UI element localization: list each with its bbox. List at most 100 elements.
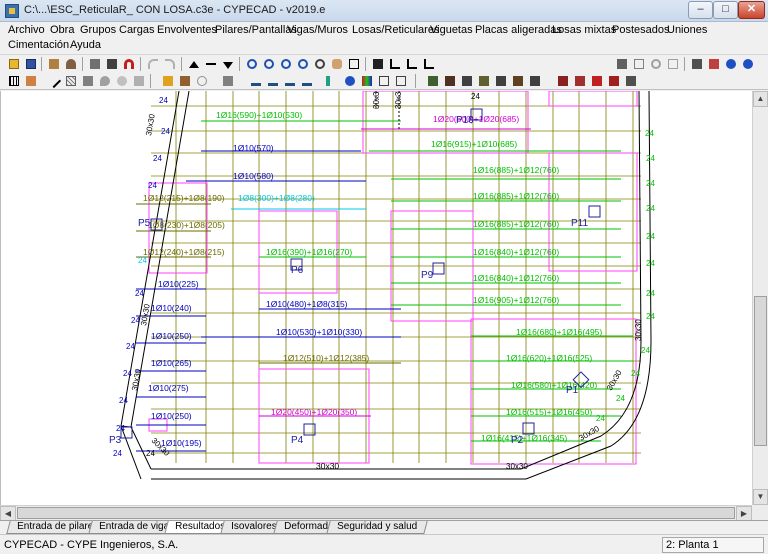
info-icon[interactable] bbox=[665, 56, 680, 71]
menu-uniones[interactable]: Uniones bbox=[667, 24, 707, 36]
menu-envolventes[interactable]: Envolventes bbox=[157, 24, 217, 36]
rebar-icon-3[interactable] bbox=[555, 73, 570, 88]
menu-viguetas[interactable]: Viguetas bbox=[430, 24, 473, 36]
zoom-window-icon[interactable] bbox=[244, 56, 259, 71]
column-icon[interactable] bbox=[131, 73, 146, 88]
triangle-icon[interactable] bbox=[248, 73, 263, 88]
building-icon[interactable] bbox=[46, 56, 61, 71]
magnet-icon[interactable] bbox=[121, 56, 136, 71]
scroll-right-arrow-icon[interactable]: ▶ bbox=[736, 506, 752, 521]
palette-icon[interactable] bbox=[80, 73, 95, 88]
pillar-label-p2: P2 bbox=[511, 435, 524, 446]
print3d-icon[interactable] bbox=[614, 56, 629, 71]
edge-mark-3: 24 bbox=[148, 181, 157, 190]
menu-pilares-pantallas[interactable]: Pilares/Pantallas bbox=[215, 24, 297, 36]
angle-icon[interactable] bbox=[421, 56, 436, 71]
menu-losas-reticulares[interactable]: Losas/Reticulares bbox=[352, 24, 439, 36]
open-icon[interactable] bbox=[6, 56, 21, 71]
redo-icon[interactable] bbox=[162, 56, 177, 71]
menu-postesados[interactable]: Postesados bbox=[612, 24, 669, 36]
results-icon[interactable] bbox=[393, 73, 408, 88]
arrow-down-icon[interactable] bbox=[220, 56, 235, 71]
pillar-icon[interactable] bbox=[220, 73, 235, 88]
vertical-scroll-thumb[interactable] bbox=[754, 296, 767, 446]
horizontal-scrollbar[interactable]: ◀ ▶ bbox=[0, 505, 752, 521]
menu-cargas[interactable]: Cargas bbox=[119, 24, 154, 36]
settings-icon[interactable] bbox=[648, 56, 663, 71]
user-icon[interactable] bbox=[63, 56, 78, 71]
layers-icon[interactable] bbox=[104, 56, 119, 71]
rebar-label-9: 1Ø16(885)+1Ø12(760) bbox=[473, 219, 559, 229]
table-icon-4[interactable] bbox=[527, 73, 542, 88]
bridge-icon[interactable] bbox=[265, 73, 280, 88]
zoom-in-icon[interactable] bbox=[261, 56, 276, 71]
menu-ayuda[interactable]: Ayuda bbox=[70, 39, 101, 51]
scroll-up-arrow-icon[interactable]: ▲ bbox=[753, 91, 768, 107]
table-icon-2[interactable] bbox=[459, 73, 474, 88]
flame-icon[interactable] bbox=[114, 73, 129, 88]
rebar-label-14: 1Ø16(840)+1Ø12(760) bbox=[473, 273, 559, 283]
minimize-button[interactable]: – bbox=[688, 1, 713, 19]
list-icon[interactable] bbox=[299, 73, 314, 88]
cross-icon-2[interactable] bbox=[606, 73, 621, 88]
menu-archivo[interactable]: Archivo bbox=[8, 24, 45, 36]
chart-icon[interactable] bbox=[320, 73, 335, 88]
help-icon[interactable] bbox=[723, 56, 738, 71]
menu-placas-aligeradas[interactable]: Placas aligeradas bbox=[475, 24, 562, 36]
steel-icon[interactable] bbox=[194, 73, 209, 88]
cross-icon[interactable] bbox=[589, 73, 604, 88]
redraw-icon[interactable] bbox=[346, 56, 361, 71]
pan-icon[interactable] bbox=[329, 56, 344, 71]
views-icon[interactable] bbox=[370, 56, 385, 71]
arrow-up-icon[interactable] bbox=[186, 56, 201, 71]
menu-cimentacion[interactable]: Cimentación bbox=[8, 39, 69, 51]
print-icon[interactable] bbox=[87, 56, 102, 71]
scroll-left-arrow-icon[interactable]: ◀ bbox=[0, 506, 16, 521]
save-icon[interactable] bbox=[23, 56, 38, 71]
results-icon-2[interactable] bbox=[425, 73, 440, 88]
level-icon[interactable] bbox=[404, 56, 419, 71]
beam-edit-icon[interactable] bbox=[160, 73, 175, 88]
axis-icon[interactable] bbox=[387, 56, 402, 71]
rebar-icon-2[interactable] bbox=[510, 73, 525, 88]
tab-seguridad-y-salud[interactable]: Seguridad y salud bbox=[326, 521, 428, 534]
menu-obra[interactable]: Obra bbox=[50, 24, 74, 36]
zoom-out-icon[interactable] bbox=[278, 56, 293, 71]
scroll-down-arrow-icon[interactable]: ▼ bbox=[753, 489, 768, 505]
floor-plan-svg[interactable]: 1Ø16(590)+1Ø10(530) 1Ø20(600)+1Ø20(685) 1Ø… bbox=[1, 91, 752, 520]
undo-icon[interactable] bbox=[145, 56, 160, 71]
section-icon[interactable] bbox=[282, 73, 297, 88]
drawing-canvas[interactable]: 1Ø16(590)+1Ø10(530) 1Ø20(600)+1Ø20(685) 1Ø… bbox=[0, 91, 752, 520]
line-icon[interactable] bbox=[46, 73, 62, 89]
horizontal-scroll-thumb[interactable] bbox=[17, 507, 735, 519]
close-button[interactable]: ✕ bbox=[738, 1, 765, 19]
grid-icon[interactable] bbox=[6, 73, 21, 88]
save-as-icon[interactable] bbox=[706, 56, 721, 71]
check-icon[interactable] bbox=[442, 73, 457, 88]
context-help-icon[interactable] bbox=[740, 56, 755, 71]
vertical-scrollbar[interactable]: ▲ ▼ bbox=[752, 91, 768, 520]
arrow-updown-icon[interactable] bbox=[203, 56, 218, 71]
rebar-label-27: 1Ø20(450)+1Ø20(350) bbox=[271, 407, 357, 417]
drop-icon[interactable] bbox=[97, 73, 112, 88]
camera-icon[interactable] bbox=[689, 56, 704, 71]
check-icon-3[interactable] bbox=[572, 73, 587, 88]
table-icon[interactable] bbox=[376, 73, 391, 88]
hatch-icon[interactable] bbox=[63, 73, 78, 88]
copy-icon[interactable] bbox=[631, 56, 646, 71]
pillar-label-p5: P5 bbox=[138, 218, 151, 229]
list-icon-2[interactable] bbox=[623, 73, 638, 88]
zoom-icon[interactable] bbox=[312, 56, 327, 71]
beam-size-label-1: 30x3 bbox=[372, 91, 381, 109]
refresh-icon[interactable] bbox=[295, 56, 310, 71]
check-icon-2[interactable] bbox=[476, 73, 491, 88]
rebar-icon[interactable] bbox=[177, 73, 192, 88]
colors-icon[interactable] bbox=[359, 73, 374, 88]
measure-icon[interactable] bbox=[23, 73, 38, 88]
info-icon[interactable] bbox=[342, 73, 357, 88]
menu-losas-mixtas[interactable]: Losas mixtas bbox=[552, 24, 616, 36]
table-icon-3[interactable] bbox=[493, 73, 508, 88]
menu-vigas-muros[interactable]: Vigas/Muros bbox=[287, 24, 348, 36]
menu-grupos[interactable]: Grupos bbox=[80, 24, 116, 36]
maximize-button[interactable]: □ bbox=[713, 1, 738, 19]
